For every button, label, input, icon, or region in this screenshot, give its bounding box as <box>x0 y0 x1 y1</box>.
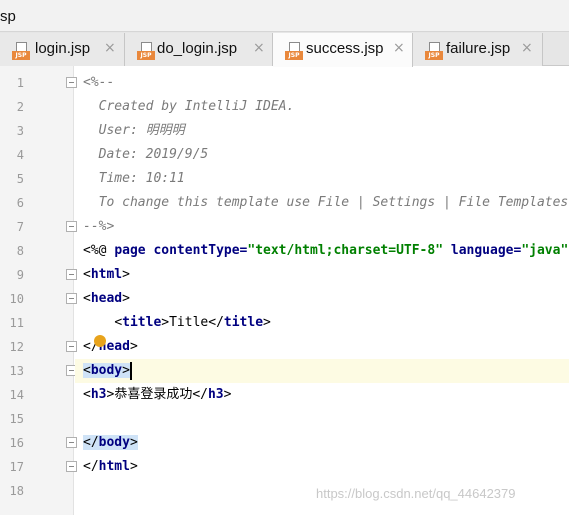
line-number: 5 <box>16 172 24 186</box>
code-line-13[interactable]: <body> <box>75 359 569 383</box>
code-line-14[interactable]: <h3>恭喜登录成功</h3> <box>75 383 569 407</box>
code-line-4[interactable]: Date: 2019/9/5 <box>75 143 569 167</box>
tab-label: success.jsp <box>306 40 384 57</box>
line-number: 9 <box>16 268 24 282</box>
editor-tab-bar: JSP login.jsp × JSP do_login.jsp × JSP s… <box>0 32 569 67</box>
tab-do-login-jsp[interactable]: JSP do_login.jsp × <box>125 33 273 66</box>
code-line-6[interactable]: To change this template use File | Setti… <box>75 191 569 215</box>
code-line-9[interactable]: <html> <box>75 263 569 287</box>
jsp-file-icon: JSP <box>285 42 303 60</box>
code-line-3[interactable]: User: 明明明 <box>75 119 569 143</box>
close-icon[interactable]: × <box>521 40 533 56</box>
code-line-12[interactable]: </head> <box>75 335 569 359</box>
line-number: 15 <box>9 412 24 426</box>
code-line-17[interactable]: </html> <box>75 455 569 479</box>
close-icon[interactable]: × <box>393 40 405 56</box>
line-number: 8 <box>16 244 24 258</box>
jsp-file-icon: JSP <box>12 42 30 60</box>
window-titlebar: sp <box>0 0 569 32</box>
tab-login-jsp[interactable]: JSP login.jsp × <box>0 33 125 66</box>
code-editor[interactable]: <%-- Created by IntelliJ IDEA. User: 明明明… <box>75 66 569 515</box>
tab-success-jsp[interactable]: JSP success.jsp × <box>273 33 413 67</box>
jsp-file-icon: JSP <box>137 42 155 60</box>
code-line-15[interactable] <box>75 407 569 431</box>
line-number: 2 <box>16 100 24 114</box>
line-number: 14 <box>9 388 24 402</box>
tab-label: do_login.jsp <box>157 40 238 57</box>
close-icon[interactable]: × <box>253 40 265 56</box>
line-number: 1 <box>16 76 24 90</box>
line-number: 18 <box>9 484 24 498</box>
intention-bulb-icon[interactable] <box>94 335 106 347</box>
close-icon[interactable]: × <box>104 40 116 56</box>
line-number: 13 <box>9 364 24 378</box>
code-line-10[interactable]: <head> <box>75 287 569 311</box>
line-number: 4 <box>16 148 24 162</box>
line-number: 16 <box>9 436 24 450</box>
line-number: 11 <box>9 316 24 330</box>
tab-failure-jsp[interactable]: JSP failure.jsp × <box>413 33 543 66</box>
code-line-2[interactable]: Created by IntelliJ IDEA. <box>75 95 569 119</box>
jsp-file-icon: JSP <box>425 42 443 60</box>
tab-label: login.jsp <box>35 40 91 57</box>
tab-label: failure.jsp <box>446 40 511 57</box>
code-line-11[interactable]: <title>Title</title> <box>75 311 569 335</box>
line-number: 10 <box>9 292 24 306</box>
line-number-gutter[interactable]: 1 2 3 4 5 6 7 8 9 10 11 12 13 14 15 16 1… <box>0 66 77 515</box>
code-line-5[interactable]: Time: 10:11 <box>75 167 569 191</box>
line-number: 17 <box>9 460 24 474</box>
watermark: https://blog.csdn.net/qq_44642379 <box>316 486 516 501</box>
code-line-16[interactable]: </body> <box>75 431 569 455</box>
code-line-7[interactable]: --%> <box>75 215 569 239</box>
line-number: 3 <box>16 124 24 138</box>
line-number: 12 <box>9 340 24 354</box>
line-number: 7 <box>16 220 24 234</box>
text-caret <box>129 361 132 380</box>
line-number: 6 <box>16 196 24 210</box>
code-line-8[interactable]: <%@ page contentType="text/html;charset=… <box>75 239 569 263</box>
window-title: sp <box>0 8 16 25</box>
code-line-1[interactable]: <%-- <box>75 71 569 95</box>
